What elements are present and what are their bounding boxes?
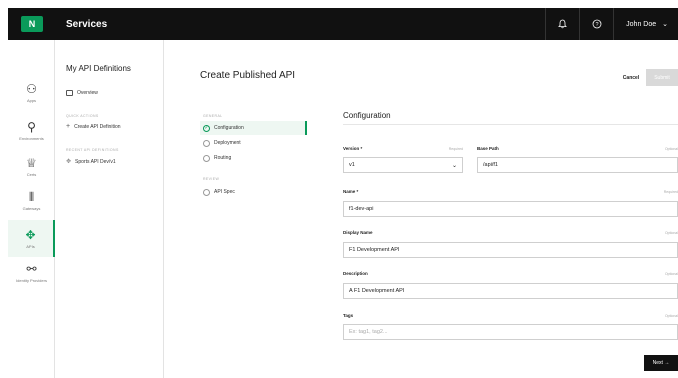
display-name-input[interactable]: F1 Development API (343, 242, 678, 258)
nav-label: Certs (26, 172, 37, 177)
api-icon: ✥ (66, 159, 72, 165)
base-path-optional-hint: Optional (664, 147, 678, 151)
step-label: Routing (214, 155, 232, 161)
step-configuration[interactable]: ✓ Configuration (200, 121, 307, 135)
nav-item-gateways[interactable]: ⫴ Gateways (8, 190, 55, 216)
display-name-optional-hint: Optional (664, 231, 678, 235)
radio-icon (203, 188, 210, 196)
display-name-value: F1 Development API (349, 247, 400, 253)
nav-item-environments[interactable]: ⚲ Environments (8, 120, 55, 146)
nav-label: APIs (26, 244, 35, 249)
recent-definition-item[interactable]: ✥ Sports API Dev/v1 (66, 158, 116, 166)
step-deployment[interactable]: Deployment (200, 136, 307, 150)
bell-icon (558, 19, 568, 29)
user-name: John Doe (626, 20, 657, 28)
nav-label: Gateways (22, 206, 41, 211)
step-routing[interactable]: Routing (200, 151, 307, 165)
next-button[interactable]: Next → (644, 355, 678, 371)
page-title: Create Published API (200, 70, 296, 81)
step-api-spec[interactable]: API Spec (200, 185, 307, 199)
cancel-button[interactable]: Cancel (618, 70, 644, 86)
gateways-icon: ⫴ (28, 190, 35, 204)
version-label: Version * (343, 146, 363, 151)
help-button[interactable]: ? (579, 8, 613, 40)
sidebar-item-label: Sports API Dev/v1 (75, 158, 116, 165)
description-label: Description (343, 271, 368, 276)
step-label: Deployment (214, 140, 241, 146)
nav-label: Apps (26, 98, 37, 103)
app-window: N Services ? John Doe ⌄ ⚇ Apps ⚲ Environ… (0, 0, 678, 378)
nav-item-identity-providers[interactable]: ⚯ Identity Providers (8, 262, 55, 288)
api-sidebar: My API Definitions Overview QUICK ACTION… (55, 40, 164, 378)
base-path-value: /api/f1 (483, 162, 498, 168)
topbar-actions: ? John Doe ⌄ (545, 8, 678, 40)
tags-placeholder: Ex: tag1, tag2... (349, 329, 388, 335)
monitor-icon (66, 90, 73, 96)
nav-label: Environments (19, 136, 44, 141)
tags-input[interactable]: Ex: tag1, tag2... (343, 324, 678, 340)
base-path-label: Base Path (477, 146, 499, 151)
quick-actions-heading: QUICK ACTIONS (66, 114, 99, 118)
apps-icon: ⚇ (26, 82, 37, 96)
sidebar-item-overview[interactable]: Overview (66, 90, 98, 96)
description-optional-hint: Optional (664, 272, 678, 276)
version-select[interactable]: v1 ⌄ (343, 157, 463, 173)
apis-icon: ✥ (25, 228, 36, 242)
sidebar-title: My API Definitions (66, 64, 131, 73)
divider (343, 124, 678, 125)
user-menu[interactable]: John Doe ⌄ (613, 8, 678, 40)
check-icon: ✓ (203, 124, 210, 132)
environments-icon: ⚲ (27, 120, 36, 134)
description-input[interactable]: A F1 Development API (343, 283, 678, 299)
base-path-input[interactable]: /api/f1 (477, 157, 678, 173)
name-value: f1-dev-api (349, 206, 374, 212)
steps-general-heading: GENERAL (203, 114, 223, 118)
sidebar-item-label: Create API Definition (74, 123, 121, 130)
create-api-definition-link[interactable]: + Create API Definition (66, 123, 121, 130)
display-name-label: Display Name (343, 230, 373, 235)
version-required-hint: Required (448, 147, 463, 151)
radio-icon (203, 139, 210, 147)
description-value: A F1 Development API (349, 288, 405, 294)
app-title: Services (66, 18, 108, 30)
notifications-button[interactable] (545, 8, 579, 40)
chevron-down-icon: ⌄ (451, 162, 457, 169)
plus-icon: + (66, 123, 71, 130)
nav-label: Identity Providers (16, 278, 47, 283)
nav-item-apps[interactable]: ⚇ Apps (8, 82, 55, 108)
tags-label: Tags (343, 313, 354, 318)
help-icon: ? (592, 19, 602, 29)
logo-letter: N (28, 19, 36, 29)
primary-nav: ⚇ Apps ⚲ Environments ♕ Certs ⫴ Gateways… (8, 40, 55, 378)
name-input[interactable]: f1-dev-api (343, 201, 678, 217)
submit-button[interactable]: Submit (646, 69, 678, 86)
svg-text:?: ? (595, 22, 598, 28)
name-required-hint: Required (663, 190, 678, 194)
logo-badge: N (21, 16, 43, 32)
tags-optional-hint: Optional (664, 314, 678, 318)
radio-icon (203, 154, 210, 162)
top-bar: N Services ? John Doe ⌄ (8, 8, 678, 40)
step-label: API Spec (214, 189, 235, 195)
recent-definitions-heading: RECENT API DEFINITIONS (66, 148, 119, 152)
nav-item-certs[interactable]: ♕ Certs (8, 156, 55, 182)
name-label: Name * (343, 189, 359, 194)
nginx-logo[interactable]: N (8, 8, 56, 40)
sidebar-item-label: Overview (77, 90, 98, 96)
form-title: Configuration (343, 111, 391, 120)
certs-icon: ♕ (26, 156, 37, 170)
version-value: v1 (349, 162, 355, 168)
nav-item-apis[interactable]: ✥ APIs (8, 220, 55, 257)
chevron-down-icon: ⌄ (662, 21, 668, 28)
steps-review-heading: REVIEW (203, 177, 220, 181)
step-label: Configuration (214, 125, 244, 131)
identity-providers-icon: ⚯ (26, 262, 37, 276)
